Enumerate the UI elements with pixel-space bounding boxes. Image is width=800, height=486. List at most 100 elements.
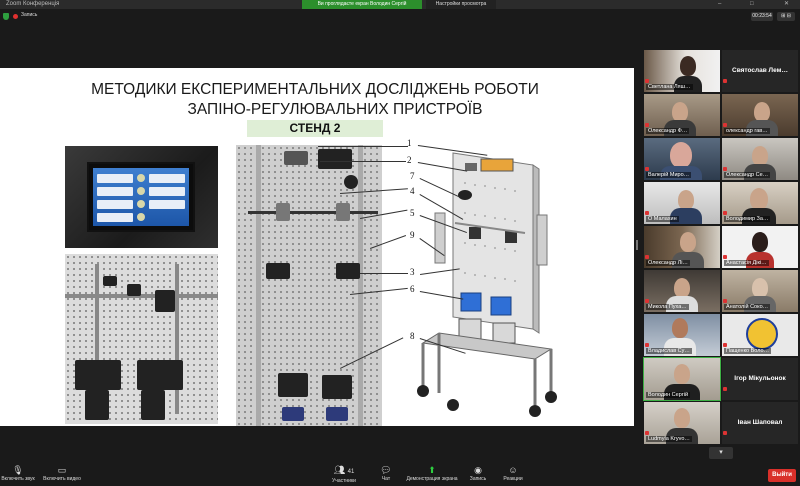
chat-label: Чат [381, 476, 391, 482]
participant-name: Олександр Лі… [646, 260, 690, 266]
mic-muted-icon: 🎙︎ [12, 465, 24, 475]
close-button[interactable]: ✕ [784, 0, 789, 9]
mic-off-icon [645, 343, 649, 347]
participants-icon: 👥︎ 41 [333, 465, 355, 475]
participant-name: Пащенко Воло… [724, 348, 772, 354]
participant-tile[interactable]: Ludmyla Kryvo… [644, 402, 720, 444]
view-options-button[interactable]: Настройки просмотра [426, 0, 496, 9]
mic-off-icon [723, 123, 727, 127]
participant-name: Олександр Ф… [646, 128, 690, 134]
participant-tile[interactable]: Анастасія Дікі… [722, 226, 798, 268]
window-titlebar: Zoom Конференція Ви проглядаєте екран Во… [0, 0, 800, 9]
participant-tile[interactable]: Светлана Ляш… [644, 50, 720, 92]
participant-name: Владислав Су… [646, 348, 692, 354]
mic-off-icon [645, 167, 649, 171]
share-screen-label: Демонстрация экрана [406, 476, 458, 482]
unmute-button[interactable]: 🎙︎ Включить звук [0, 464, 36, 482]
screen-share-banner: Ви проглядаєте екран Володин Сергій [302, 0, 422, 9]
participant-name: Олександр Се… [724, 172, 771, 178]
participant-tile[interactable]: Святослав Лем… [722, 50, 798, 92]
participant-tile-active-speaker[interactable]: Володин Сергій [643, 357, 721, 401]
participants-gallery: Светлана Ляш… Святослав Лем… Олександр Ф… [640, 48, 800, 448]
participant-tile[interactable]: Іван Шаповал [722, 402, 798, 444]
participant-tile[interactable]: Анатолій Соко… [722, 270, 798, 312]
reactions-button[interactable]: ☺ Реакции [498, 464, 528, 482]
shield-icon[interactable] [3, 13, 9, 20]
mic-off-icon [645, 255, 649, 259]
participant-name: Ludmyla Kryvo… [646, 436, 692, 442]
callout-6: 6 [410, 284, 415, 294]
participant-name: Анастасія Дікі… [724, 260, 769, 266]
panel-resize-handle[interactable] [636, 240, 638, 250]
participant-tile[interactable]: Олександр Лі… [644, 226, 720, 268]
participant-name: О Малахин [646, 216, 679, 222]
callout-4: 4 [410, 186, 415, 196]
reactions-label: Реакции [503, 476, 523, 482]
participant-tile[interactable]: олександр гав… [722, 94, 798, 136]
chat-button[interactable]: 💬︎ Чат [376, 464, 396, 482]
share-screen-button[interactable]: ⬆︎ Демонстрация экрана [404, 464, 460, 482]
record-button[interactable]: ◉ Запись [466, 464, 490, 482]
touchscreen-device [87, 162, 195, 232]
layout-toggle-button[interactable]: ⊞ ⊟ [777, 12, 795, 21]
record-icon: ◉ [474, 465, 482, 475]
minimize-button[interactable]: – [718, 0, 721, 9]
meeting-timer: 00:23:54 [751, 12, 773, 21]
stend-label: СТЕНД 2 [247, 120, 383, 137]
callout-3: 3 [410, 267, 415, 277]
participant-name: Володимир За… [724, 216, 771, 222]
photo-valves-closeup [65, 254, 218, 424]
photo-test-stand [236, 145, 382, 426]
participant-name: Іван Шаповал [737, 419, 783, 426]
mic-off-icon [723, 255, 727, 259]
participants-count: 41 [347, 469, 355, 475]
participant-tile[interactable]: Ігор Мікульонок [722, 358, 798, 400]
mic-off-icon [645, 79, 649, 83]
chevron-down-icon[interactable]: ▾ [709, 447, 733, 459]
maximize-button[interactable]: □ [750, 0, 754, 9]
stand-drawing-svg [417, 152, 557, 417]
participant-name: Володин Сергій [646, 392, 691, 398]
university-logo [746, 318, 778, 350]
participant-tile[interactable]: О Малахин [644, 182, 720, 224]
participant-name: Ігор Мікульонок [734, 375, 786, 382]
participant-tile[interactable]: Олександр Ф… [644, 94, 720, 136]
mic-off-icon [723, 211, 727, 215]
start-video-button[interactable]: ▭ Включить видео [40, 464, 84, 482]
callout-8: 8 [410, 331, 415, 341]
callout-7: 7 [410, 171, 415, 181]
participant-tile[interactable]: Микола Пуха… [644, 270, 720, 312]
participant-name: Святослав Лем… [732, 67, 788, 74]
share-screen-icon: ⬆︎ [428, 465, 436, 475]
participant-name: Светлана Ляш… [646, 84, 693, 90]
leader-line [320, 161, 406, 162]
participant-tile[interactable]: Олександр Се… [722, 138, 798, 180]
callout-2: 2 [407, 155, 412, 165]
participant-tile[interactable]: Володимир За… [722, 182, 798, 224]
participant-name: Валерій Миро… [646, 172, 692, 178]
meeting-toolbar: 🎙︎ Включить звук ▭ Включить видео 👥︎ 41 … [0, 462, 800, 486]
record-label-toolbar: Запись [469, 476, 487, 482]
mic-off-icon [723, 343, 727, 347]
leader-line [318, 146, 408, 147]
shared-slide: МЕТОДИКИ ЕКСПЕРИМЕНТАЛЬНИХ ДОСЛІДЖЕНЬ РО… [0, 68, 634, 426]
participant-tile[interactable]: Пащенко Воло… [722, 314, 798, 356]
leave-button[interactable]: Выйти [768, 469, 796, 482]
record-label: Запись [21, 12, 38, 18]
photo-control-screen [65, 146, 218, 248]
callout-5: 5 [410, 208, 415, 218]
chat-icon: 💬︎ [380, 465, 392, 475]
participant-name: Микола Пуха… [646, 304, 689, 310]
callout-9: 9 [410, 230, 415, 240]
mic-off-icon [723, 299, 727, 303]
leader-line [360, 273, 408, 274]
mic-off-icon [645, 123, 649, 127]
video-off-icon: ▭ [57, 465, 67, 475]
participants-button[interactable]: 👥︎ 41 Участники [326, 464, 362, 484]
participant-tile[interactable]: Валерій Миро… [644, 138, 720, 180]
participant-tile[interactable]: Владислав Су… [644, 314, 720, 356]
stand-3d-drawing [395, 143, 565, 423]
mic-off-icon [645, 299, 649, 303]
unmute-label: Включить звук [1, 476, 35, 482]
slide-title: МЕТОДИКИ ЕКСПЕРИМЕНТАЛЬНИХ ДОСЛІДЖЕНЬ РО… [80, 80, 550, 120]
